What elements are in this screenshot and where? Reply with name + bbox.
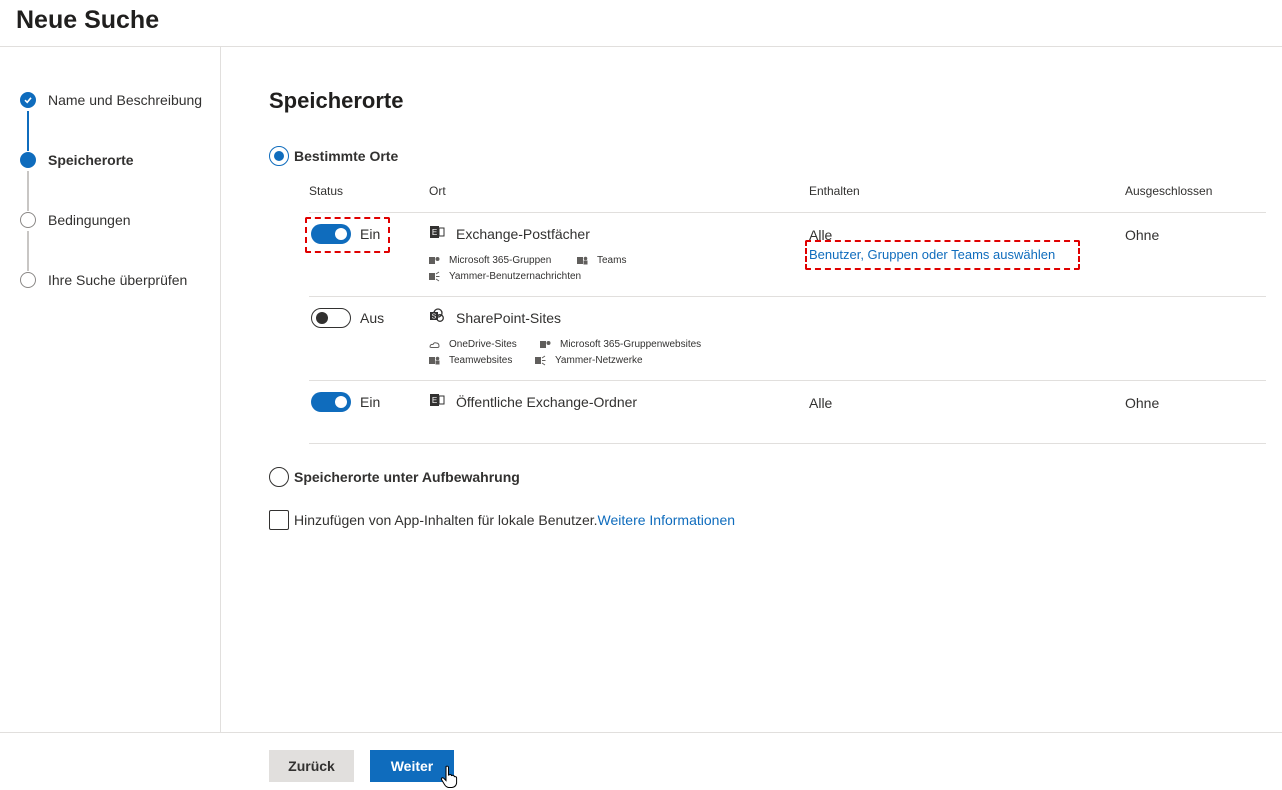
excluded-value: Ohne: [1125, 395, 1160, 411]
wizard-stepper: Name und Beschreibung Speicherorte Bedin…: [0, 47, 221, 733]
excluded-value: Ohne: [1125, 227, 1160, 243]
check-circle-icon: [20, 92, 36, 108]
onedrive-icon: [429, 342, 440, 348]
included-value: Alle: [809, 395, 833, 411]
yammer-icon: [535, 355, 546, 366]
location-name: SharePoint-Sites: [456, 310, 562, 326]
checkbox-label: Hinzufügen von App-Inhalten für lokale B…: [294, 512, 736, 528]
toggle-public-folders[interactable]: [311, 392, 351, 412]
step-name-description[interactable]: Name und Beschreibung: [20, 90, 202, 110]
sub-location-item: Microsoft 365-Gruppen: [429, 255, 551, 266]
exchange-icon: E: [430, 394, 445, 406]
column-header-location: Ort: [429, 184, 446, 198]
add-app-content-option[interactable]: Hinzufügen von App-Inhalten für lokale B…: [269, 510, 735, 530]
toggle-status-label: Ein: [360, 394, 381, 410]
sharepoint-icon: S: [430, 308, 444, 322]
step-label: Ihre Suche überprüfen: [48, 272, 188, 288]
column-header-status: Status: [309, 184, 344, 198]
section-title: Speicherorte: [269, 88, 404, 113]
back-button[interactable]: Zurück: [269, 750, 354, 782]
sub-location-item: Yammer-Netzwerke: [535, 355, 643, 366]
radio-locations-on-hold[interactable]: Speicherorte unter Aufbewahrung: [269, 467, 520, 487]
teams-icon: [577, 256, 588, 265]
step-label: Bedingungen: [48, 212, 131, 228]
hand-cursor-icon: [440, 765, 458, 788]
location-name: Öffentliche Exchange-Ordner: [456, 394, 638, 410]
teams-icon: [429, 356, 440, 365]
step-review[interactable]: Ihre Suche überprüfen: [20, 270, 187, 290]
wizard-footer: Zurück Weiter: [0, 732, 1282, 790]
divider: [309, 443, 1266, 444]
learn-more-link[interactable]: Weitere Informationen: [598, 512, 735, 528]
add-app-content-checkbox[interactable]: [269, 510, 289, 530]
sub-location-item: Yammer-Benutzernachrichten: [429, 271, 581, 282]
step-label: Speicherorte: [48, 152, 134, 168]
exchange-icon: E: [430, 226, 445, 238]
sub-location-item: Teamwebsites: [429, 355, 512, 366]
current-step-icon: [20, 152, 36, 168]
highlight-box: [805, 240, 1080, 270]
groups-icon: [429, 257, 440, 264]
step-conditions[interactable]: Bedingungen: [20, 210, 131, 230]
divider: [309, 380, 1266, 381]
step-label: Name und Beschreibung: [48, 92, 203, 108]
pending-step-icon: [20, 212, 36, 228]
radio-button[interactable]: [269, 467, 289, 487]
location-name: Exchange-Postfächer: [456, 226, 590, 242]
toggle-sharepoint-sites[interactable]: [311, 308, 351, 328]
pending-step-icon: [20, 272, 36, 288]
radio-specific-locations[interactable]: Bestimmte Orte: [269, 146, 398, 166]
step-connector: [27, 231, 29, 271]
svg-text:E: E: [432, 396, 437, 405]
highlight-box: [305, 217, 390, 253]
page-header: Neue Suche: [0, 0, 1282, 47]
toggle-status-label: Aus: [360, 310, 385, 326]
sub-location-item: OneDrive-Sites: [429, 339, 517, 350]
svg-text:S: S: [432, 314, 437, 321]
sub-location-item: Teams: [577, 255, 626, 266]
column-header-excluded: Ausgeschlossen: [1125, 184, 1213, 198]
svg-text:E: E: [432, 228, 437, 237]
radio-label: Bestimmte Orte: [294, 148, 399, 164]
divider: [309, 212, 1266, 213]
groups-icon: [540, 341, 551, 348]
radio-label: Speicherorte unter Aufbewahrung: [294, 469, 520, 485]
column-header-included: Enthalten: [809, 184, 860, 198]
sub-location-item: Microsoft 365-Gruppenwebsites: [540, 339, 701, 350]
divider: [309, 296, 1266, 297]
step-connector: [27, 111, 29, 151]
radio-button[interactable]: [269, 146, 289, 166]
page-title: Neue Suche: [16, 6, 160, 34]
step-locations[interactable]: Speicherorte: [20, 150, 134, 170]
yammer-icon: [429, 271, 440, 282]
step-connector: [27, 171, 29, 211]
